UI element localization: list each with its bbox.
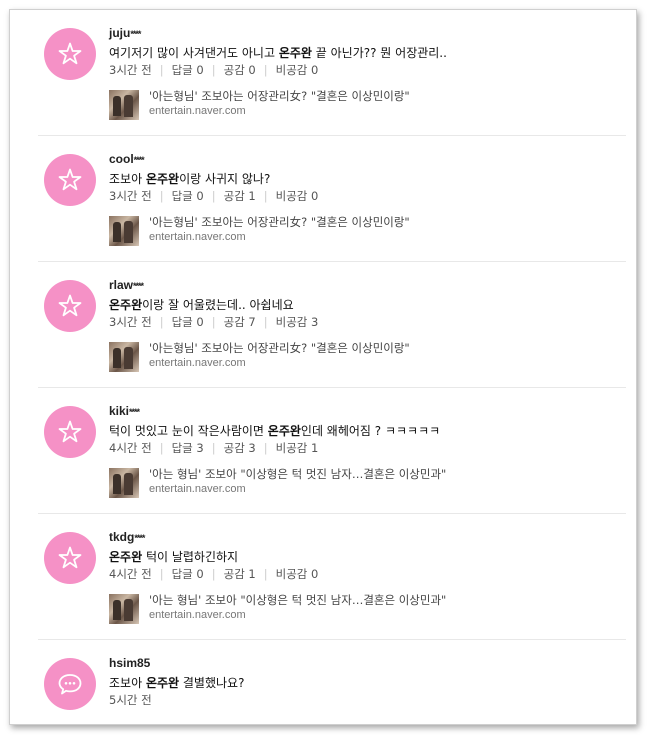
like-button[interactable]: 공감 7 (224, 315, 256, 329)
comment-time: 3시간 전 (109, 189, 152, 203)
comment-time: 4시간 전 (109, 441, 152, 455)
article-link[interactable]: '아는 형님' 조보아 "이상형은 턱 멋진 남자…결혼은 이상민과" ente… (109, 593, 626, 625)
dislike-button[interactable]: 비공감 0 (276, 63, 319, 77)
comment-meta: 3시간 전 | 답글 0 | 공감 1 | 비공감 0 (109, 189, 319, 203)
comment-item: tkdg**** 온주완 턱이 날렵하긴하지 4시간 전 | 답글 0 | 공감 1 | 비… (38, 514, 626, 640)
avatar[interactable] (44, 154, 96, 206)
article-thumbnail[interactable] (109, 594, 139, 624)
star-icon (58, 294, 82, 317)
dislike-button[interactable]: 비공감 0 (276, 567, 319, 581)
reply-button[interactable]: 답글 0 (172, 63, 204, 77)
comment-meta: 4시간 전 | 답글 0 | 공감 1 | 비공감 0 (109, 567, 319, 581)
comment-username[interactable]: juju**** (109, 26, 626, 41)
article-link[interactable]: '아는 형님' 조보아 "이상형은 턱 멋진 남자…결혼은 이상민과" ente… (109, 467, 626, 499)
star-icon (58, 420, 82, 443)
article-domain: entertain.naver.com (149, 231, 246, 243)
dislike-button[interactable]: 비공감 3 (276, 315, 319, 329)
article-thumbnail[interactable] (109, 90, 139, 120)
comment-time: 4시간 전 (109, 567, 152, 581)
article-link[interactable]: '아는형님' 조보아는 어장관리女? "결혼은 이상민이랑" entertain… (109, 341, 626, 373)
comment-meta: 4시간 전 | 답글 3 | 공감 3 | 비공감 1 (109, 441, 319, 455)
reply-button[interactable]: 답글 3 (172, 441, 204, 455)
comment-item: hsim85 조보아 온주완 결별했나요? 5시간 전 (38, 640, 626, 724)
article-link[interactable]: '아는형님' 조보아는 어장관리女? "결혼은 이상민이랑" entertain… (109, 215, 626, 247)
dislike-button[interactable]: 비공감 1 (276, 441, 319, 455)
comment-text: 조보아 온주완 결별했나요? (109, 676, 245, 690)
reply-button[interactable]: 답글 0 (172, 567, 204, 581)
article-thumbnail[interactable] (109, 216, 139, 246)
avatar[interactable] (44, 532, 96, 584)
comment-username[interactable]: cool**** (109, 152, 626, 167)
comment-time: 3시간 전 (109, 315, 152, 329)
article-domain: entertain.naver.com (149, 609, 246, 621)
comment-username[interactable]: rlaw**** (109, 278, 626, 293)
like-button[interactable]: 공감 1 (224, 567, 256, 581)
article-thumbnail[interactable] (109, 342, 139, 372)
comment-item: rlaw**** 온주완이랑 잘 어울렸는데.. 아쉽네요 3시간 전 | 답글 0… (38, 262, 626, 388)
comment-text: 온주완 턱이 날렵하긴하지 (109, 550, 239, 564)
comment-username[interactable]: kiki**** (109, 404, 626, 419)
comment-username[interactable]: hsim85 (109, 656, 626, 671)
comment-item: cool**** 조보아 온주완이랑 사귀지 않나? 3시간 전 | 답글 0 | 공감… (38, 136, 626, 262)
star-icon (58, 168, 82, 191)
comment-text: 조보아 온주완이랑 사귀지 않나? (109, 172, 271, 186)
like-button[interactable]: 공감 3 (224, 441, 256, 455)
like-button[interactable]: 공감 1 (224, 189, 256, 203)
article-title[interactable]: '아는형님' 조보아는 어장관리女? "결혼은 이상민이랑" (149, 88, 410, 104)
comment-meta: 3시간 전 | 답글 0 | 공감 0 | 비공감 0 (109, 63, 319, 77)
comment-text: 여기저기 많이 사겨댄거도 아니고 온주완 끝 아닌가?? 뭔 어장관리.. (109, 46, 447, 60)
star-icon (58, 42, 82, 65)
comment-time: 3시간 전 (109, 63, 152, 77)
comment-item: kiki**** 턱이 멋있고 눈이 작은사람이면 온주완인데 왜헤어짐 ? ㅋ… (38, 388, 626, 514)
article-title[interactable]: '아는 형님' 조보아 "이상형은 턱 멋진 남자…결혼은 이상민과" (149, 592, 446, 608)
comment-text: 온주완이랑 잘 어울렸는데.. 아쉽네요 (109, 298, 294, 312)
article-thumbnail[interactable] (109, 468, 139, 498)
comment-list: juju**** 여기저기 많이 사겨댄거도 아니고 온주완 끝 아닌가?? 뭔… (38, 10, 626, 724)
article-domain: entertain.naver.com (149, 105, 246, 117)
article-title[interactable]: '아는 형님' 조보아 "이상형은 턱 멋진 남자…결혼은 이상민과" (149, 466, 446, 482)
reply-button[interactable]: 답글 0 (172, 189, 204, 203)
article-title[interactable]: '아는형님' 조보아는 어장관리女? "결혼은 이상민이랑" (149, 340, 410, 356)
article-title[interactable]: '아는형님' 조보아는 어장관리女? "결혼은 이상민이랑" (149, 214, 410, 230)
article-domain: entertain.naver.com (149, 357, 246, 369)
comment-item: juju**** 여기저기 많이 사겨댄거도 아니고 온주완 끝 아닌가?? 뭔… (38, 10, 626, 136)
avatar[interactable] (44, 658, 96, 710)
avatar[interactable] (44, 28, 96, 80)
dislike-button[interactable]: 비공감 0 (276, 189, 319, 203)
comment-username[interactable]: tkdg**** (109, 530, 626, 545)
comment-text: 턱이 멋있고 눈이 작은사람이면 온주완인데 왜헤어짐 ? ㅋㅋㅋㅋㅋ (109, 424, 441, 438)
avatar[interactable] (44, 406, 96, 458)
reply-button[interactable]: 답글 0 (172, 315, 204, 329)
star-icon (58, 546, 82, 569)
speech-bubble-icon (58, 674, 82, 695)
like-button[interactable]: 공감 0 (224, 63, 256, 77)
article-domain: entertain.naver.com (149, 483, 246, 495)
comment-meta: 5시간 전 (109, 692, 626, 709)
avatar[interactable] (44, 280, 96, 332)
comment-meta: 3시간 전 | 답글 0 | 공감 7 | 비공감 3 (109, 315, 319, 329)
comment-time: 5시간 전 (109, 693, 152, 707)
article-link[interactable]: '아는형님' 조보아는 어장관리女? "결혼은 이상민이랑" entertain… (109, 89, 626, 121)
comment-panel: juju**** 여기저기 많이 사겨댄거도 아니고 온주완 끝 아닌가?? 뭔… (9, 9, 637, 725)
